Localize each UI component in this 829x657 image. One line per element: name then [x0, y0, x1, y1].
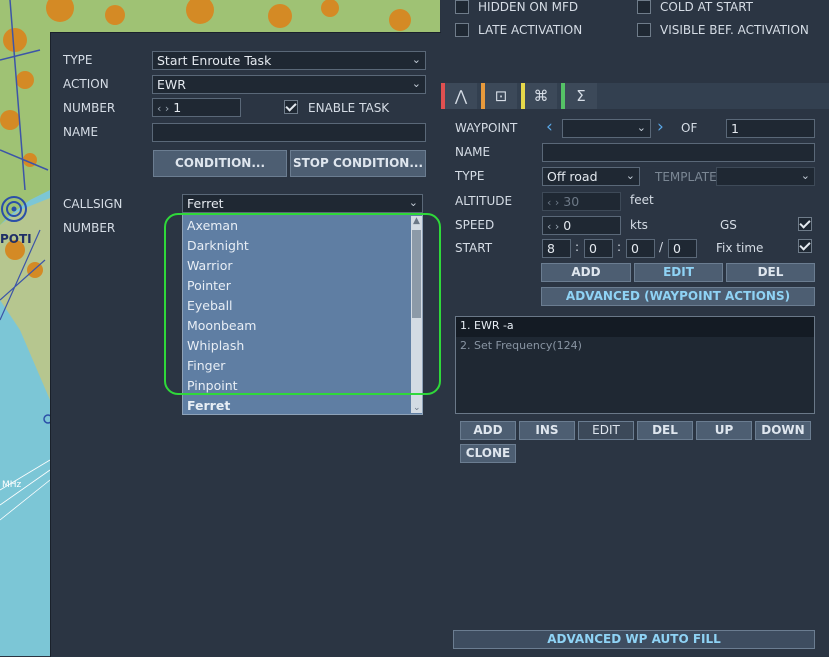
list-add-button[interactable]: ADD — [460, 421, 516, 440]
callsign-option-selected[interactable]: Ferret — [187, 396, 230, 416]
actions-list[interactable]: 1. EWR -a 2. Set Frequency(124) — [455, 316, 815, 414]
sum-icon: Σ — [576, 87, 586, 105]
stop-condition-button[interactable]: STOP CONDITION... — [290, 150, 426, 177]
list-edit-button[interactable]: EDIT — [578, 421, 634, 440]
altitude-label: ALTITUDE — [455, 194, 513, 208]
altitude-value: 30 — [563, 194, 580, 209]
action-item[interactable]: 1. EWR -a — [460, 319, 514, 332]
route-icon: ⋀ — [454, 87, 468, 105]
cold-at-start-label: COLD AT START — [660, 0, 754, 14]
task-number-stepper[interactable]: ‹ › 1 — [152, 98, 241, 117]
stepper-arrows-icon[interactable]: ‹ › — [157, 102, 169, 115]
callsign-value: Ferret — [187, 196, 224, 211]
speed-stepper[interactable]: ‹ › 0 — [542, 216, 621, 235]
action-select[interactable]: EWR ⌄ — [152, 75, 426, 94]
chevron-down-icon: ⌄ — [408, 196, 418, 209]
gs-label: GS — [720, 218, 737, 232]
wp-name-label: NAME — [455, 145, 491, 159]
task-number-value: 1 — [173, 100, 182, 115]
task-name-input[interactable] — [152, 123, 426, 142]
action-value: EWR — [157, 77, 186, 92]
altitude-unit: feet — [630, 193, 654, 207]
time-separator: / — [659, 240, 664, 254]
hidden-on-mfd-label: HIDDEN ON MFD — [478, 0, 579, 14]
waypoint-type-value: Off road — [547, 169, 598, 184]
altitude-stepper[interactable]: ‹ › 30 — [542, 192, 621, 211]
visible-bef-activation-checkbox[interactable] — [637, 23, 651, 37]
chevron-down-icon: ⌄ — [411, 53, 421, 66]
speed-value: 0 — [563, 218, 572, 233]
callsign-label: CALLSIGN — [63, 197, 123, 211]
del-waypoint-button[interactable]: DEL — [726, 263, 815, 282]
scroll-down-icon[interactable]: ⌄ — [413, 403, 421, 413]
hidden-on-mfd-checkbox[interactable] — [455, 0, 469, 14]
enable-task-checkbox[interactable] — [284, 100, 298, 114]
time-separator: : — [575, 240, 580, 254]
list-ins-button[interactable]: INS — [519, 421, 575, 440]
map-city-label: POTI — [0, 232, 32, 246]
action-item[interactable]: 2. Set Frequency(124) — [460, 339, 582, 352]
action-label: ACTION — [63, 77, 109, 91]
gs-checkbox[interactable] — [798, 217, 812, 231]
add-waypoint-button[interactable]: ADD — [541, 263, 631, 282]
fix-time-label: Fix time — [716, 241, 764, 255]
name-label: NAME — [63, 125, 99, 139]
edit-waypoint-button[interactable]: EDIT — [634, 263, 723, 282]
chevron-down-icon: ⌄ — [636, 121, 646, 134]
tab-target[interactable]: ⊡ — [481, 83, 517, 109]
type-label: TYPE — [63, 53, 93, 67]
waypoint-select[interactable]: ⌄ — [562, 119, 651, 138]
tab-route[interactable]: ⋀ — [441, 83, 477, 109]
fix-time-checkbox[interactable] — [798, 239, 812, 253]
stepper-arrows-icon[interactable]: ‹ › — [547, 196, 559, 209]
waypoint-name-input[interactable] — [542, 143, 815, 162]
stepper-arrows-icon[interactable]: ‹ › — [547, 220, 559, 233]
advanced-waypoint-actions-button[interactable]: ADVANCED (WAYPOINT ACTIONS) — [541, 287, 815, 306]
next-waypoint-icon[interactable]: › — [657, 117, 664, 137]
template-label: TEMPLATE — [655, 170, 717, 184]
list-del-button[interactable]: DEL — [637, 421, 693, 440]
time-separator: : — [617, 240, 622, 254]
nav-icon: ⌘ — [533, 87, 549, 105]
start-day-input[interactable]: 8 — [542, 239, 571, 258]
waypoint-label: WAYPOINT — [455, 121, 518, 135]
number-label: NUMBER — [63, 101, 116, 115]
tab-summary[interactable]: Σ — [561, 83, 597, 109]
map-frequency-label: MHz — [2, 480, 22, 490]
list-clone-button[interactable]: CLONE — [460, 444, 516, 463]
start-minute-input[interactable]: 0 — [626, 239, 655, 258]
tab-nav[interactable]: ⌘ — [521, 83, 557, 109]
condition-button[interactable]: CONDITION... — [153, 150, 287, 177]
enable-task-label: ENABLE TASK — [308, 101, 390, 115]
list-down-button[interactable]: DOWN — [755, 421, 811, 440]
chevron-down-icon: ⌄ — [411, 77, 421, 90]
template-select[interactable]: ⌄ — [716, 167, 815, 186]
task-type-value: Start Enroute Task — [157, 53, 272, 68]
of-label: OF — [681, 121, 698, 135]
number2-label: NUMBER — [63, 221, 116, 235]
list-up-button[interactable]: UP — [696, 421, 752, 440]
chevron-down-icon: ⌄ — [800, 169, 810, 182]
chevron-down-icon: ⌄ — [625, 169, 635, 182]
visible-bef-activation-label: VISIBLE BEF. ACTIVATION — [660, 23, 809, 37]
speed-label: SPEED — [455, 218, 495, 232]
prev-waypoint-icon[interactable]: ‹ — [546, 117, 553, 137]
start-second-input[interactable]: 0 — [668, 239, 697, 258]
late-activation-checkbox[interactable] — [455, 23, 469, 37]
task-type-select[interactable]: Start Enroute Task ⌄ — [152, 51, 426, 70]
cold-at-start-checkbox[interactable] — [637, 0, 651, 14]
late-activation-label: LATE ACTIVATION — [478, 23, 583, 37]
annotation-highlight — [164, 213, 441, 395]
advanced-wp-auto-fill-button[interactable]: ADVANCED WP AUTO FILL — [453, 630, 815, 649]
waypoint-type-select[interactable]: Off road ⌄ — [542, 167, 640, 186]
start-hour-input[interactable]: 0 — [584, 239, 613, 258]
start-label: START — [455, 241, 493, 255]
callsign-select[interactable]: Ferret ⌄ — [182, 194, 423, 213]
waypoint-count: 1 — [726, 119, 815, 138]
wp-type-label: TYPE — [455, 169, 485, 183]
target-icon: ⊡ — [494, 87, 508, 105]
speed-unit: kts — [630, 218, 648, 232]
